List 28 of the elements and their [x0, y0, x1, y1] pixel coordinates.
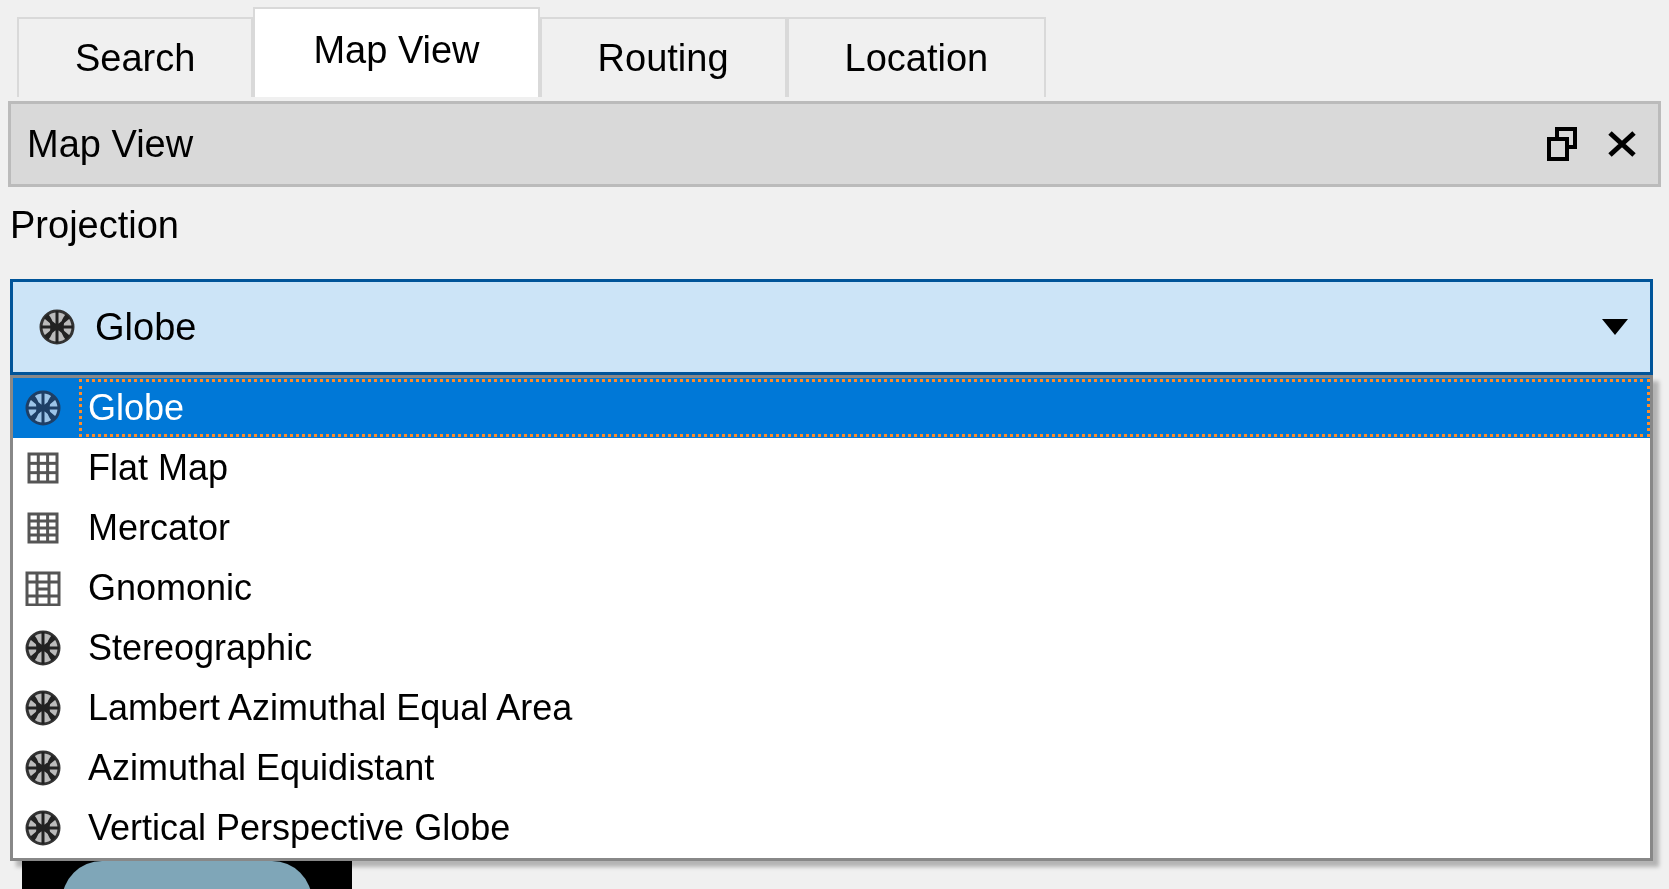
close-icon: [1607, 130, 1637, 158]
tab[interactable]: Routing: [539, 17, 787, 97]
globe-icon: [39, 309, 75, 345]
globe-icon: [25, 810, 61, 846]
grid-icon: [25, 510, 61, 546]
globe-icon: [25, 690, 61, 726]
dropdown-item[interactable]: Gnomonic: [13, 558, 1650, 618]
tab[interactable]: Map View: [253, 7, 540, 97]
tab[interactable]: Search: [17, 17, 254, 97]
globe-icon: [25, 750, 61, 786]
dropdown-item[interactable]: Mercator: [13, 498, 1650, 558]
combo-value: Globe: [95, 304, 198, 350]
dropdown-item[interactable]: Stereographic: [13, 618, 1650, 678]
dropdown-item[interactable]: Vertical Perspective Globe: [13, 798, 1650, 858]
globe-icon: [25, 630, 61, 666]
tab[interactable]: Location: [786, 17, 1047, 97]
dropdown-item[interactable]: Azimuthal Equidistant: [13, 738, 1650, 798]
restore-icon: [1547, 127, 1577, 161]
grid-icon: [25, 450, 61, 486]
dropdown-item[interactable]: Globe: [13, 378, 1650, 438]
globe-icon: [25, 390, 61, 426]
projection-combo-box[interactable]: Globe: [10, 279, 1653, 375]
dropdown-arrow-icon: [1602, 319, 1628, 335]
dropdown-item[interactable]: Flat Map: [13, 438, 1650, 498]
projection-label: Projection: [10, 203, 179, 248]
dropdown-item[interactable]: Lambert Azimuthal Equal Area: [13, 678, 1650, 738]
dock-title: Map View: [27, 121, 195, 167]
grid-icon: [25, 570, 61, 606]
